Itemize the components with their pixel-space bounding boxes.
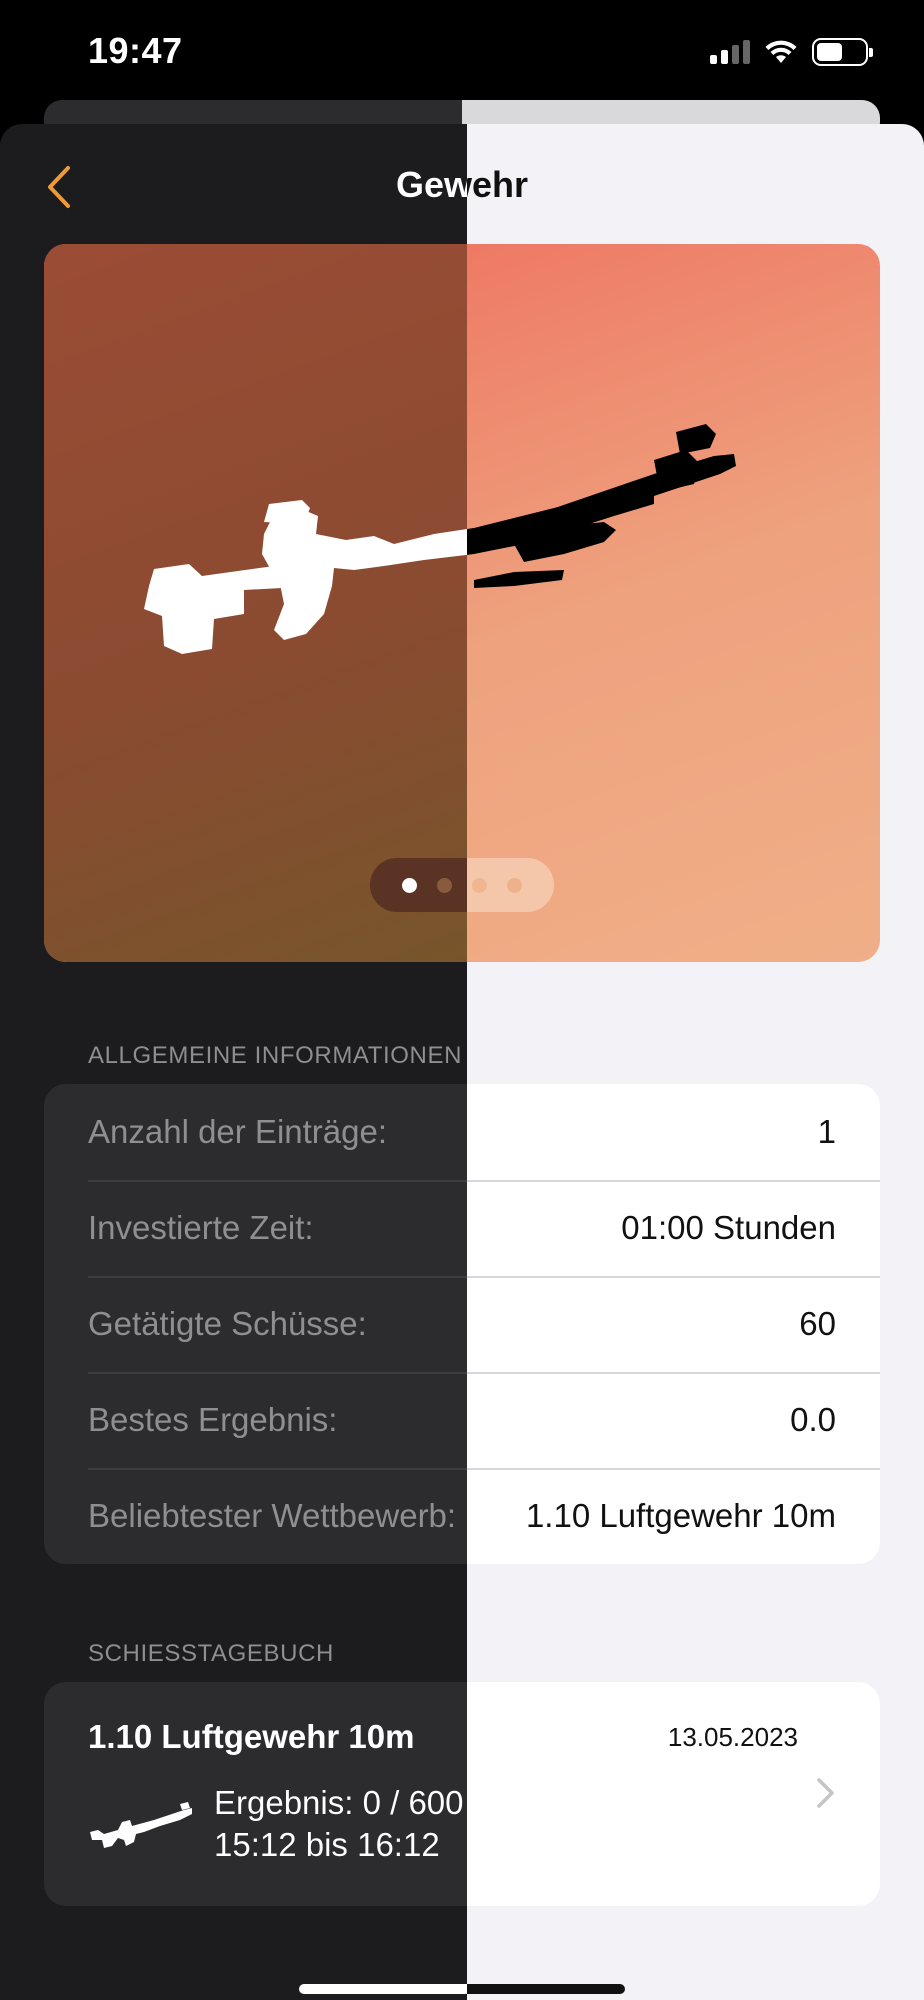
chevron-right-icon bbox=[817, 1778, 834, 1808]
info-label: Investierte Zeit: bbox=[88, 1209, 314, 1246]
rifle-icon bbox=[90, 1802, 192, 1848]
info-row: Anzahl der Einträge: 1 bbox=[44, 1084, 880, 1180]
info-label: Bestes Ergebnis: bbox=[88, 1401, 338, 1438]
entry-result: Ergebnis: 0 / 600 bbox=[214, 1784, 464, 1821]
detail-sheet: Gewehr ALLGEMEINE INFORMATIONEN Anzahl d… bbox=[0, 124, 924, 2000]
page-indicator[interactable] bbox=[370, 858, 554, 912]
status-bar: 19:47 bbox=[0, 0, 924, 110]
info-value: 1.10 Luftgewehr 10m bbox=[525, 1497, 836, 1534]
info-label: Getätigte Schüsse: bbox=[88, 1305, 367, 1342]
cellular-signal-icon bbox=[710, 40, 750, 64]
entry-time-range: 15:12 bis 16:12 bbox=[214, 1826, 440, 1863]
page-dot[interactable] bbox=[507, 877, 522, 893]
entry-date: 13.05.2023 bbox=[667, 1722, 798, 1752]
page-dot[interactable] bbox=[437, 877, 452, 893]
page-dot[interactable] bbox=[472, 877, 487, 893]
info-value: 1 bbox=[817, 1113, 836, 1150]
general-info-card: Anzahl der Einträge: 1 Investierte Zeit:… bbox=[44, 1084, 880, 1564]
battery-icon bbox=[812, 38, 873, 66]
info-label: Anzahl der Einträge: bbox=[88, 1113, 388, 1150]
status-icons bbox=[710, 38, 873, 66]
info-row: Investierte Zeit: 01:00 Stunden bbox=[44, 1180, 880, 1276]
page-dot-active[interactable] bbox=[402, 877, 417, 893]
hero-carousel[interactable] bbox=[44, 244, 880, 962]
section-label-general: ALLGEMEINE INFORMATIONEN bbox=[88, 1042, 463, 1069]
info-value: 0.0 bbox=[790, 1401, 836, 1438]
page-title: Gewehr bbox=[0, 164, 924, 206]
nav-bar: Gewehr bbox=[0, 124, 924, 244]
entry-details: Ergebnis: 0 / 600 15:12 bis 16:12 bbox=[214, 1782, 464, 1866]
info-value: 60 bbox=[799, 1305, 836, 1342]
info-value: 01:00 Stunden bbox=[621, 1209, 836, 1246]
status-time: 19:47 bbox=[88, 30, 183, 71]
entry-title: 1.10 Luftgewehr 10m bbox=[88, 1718, 415, 1755]
info-row: Beliebtester Wettbewerb: 1.10 Luftgewehr… bbox=[44, 1468, 880, 1564]
journal-entry[interactable]: 1.10 Luftgewehr 10m 13.05.2023 Ergebnis:… bbox=[44, 1682, 880, 1906]
wifi-icon bbox=[765, 40, 797, 63]
home-indicator[interactable] bbox=[299, 1984, 625, 1994]
section-label-journal: SCHIESSTAGEBUCH bbox=[88, 1640, 334, 1667]
rifle-image bbox=[144, 424, 736, 654]
info-row: Getätigte Schüsse: 60 bbox=[44, 1276, 880, 1372]
info-label: Beliebtester Wettbewerb: bbox=[88, 1497, 457, 1534]
info-row: Bestes Ergebnis: 0.0 bbox=[44, 1372, 880, 1468]
